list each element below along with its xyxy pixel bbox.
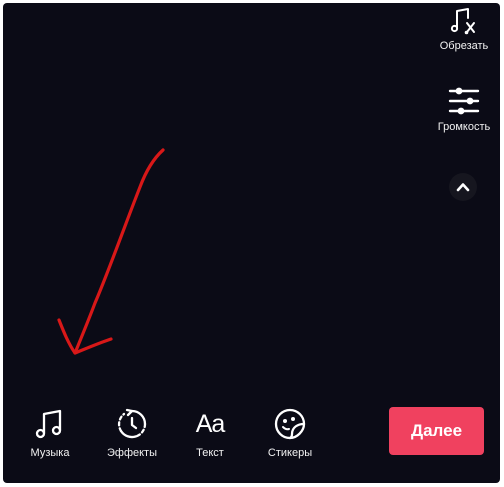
- text-tool[interactable]: Aa Текст: [175, 407, 245, 460]
- sliders-icon: [448, 87, 480, 115]
- text-icon: Aa: [192, 407, 228, 441]
- stickers-tool[interactable]: Стикеры: [255, 407, 325, 460]
- music-tool[interactable]: Музыка: [15, 407, 85, 460]
- effects-tool[interactable]: Эффекты: [97, 407, 167, 460]
- chevron-up-icon: [456, 183, 470, 192]
- effects-icon-wrap: [114, 407, 150, 441]
- collapse-tools-button[interactable]: [449, 173, 477, 201]
- volume-label: Громкость: [437, 121, 491, 133]
- editor-screen: Обрезать Громкость Музыка Эффекты Aa Тек…: [3, 3, 500, 483]
- next-button[interactable]: Далее: [389, 407, 484, 455]
- stickers-icon-wrap: [272, 407, 308, 441]
- volume-tool[interactable]: Громкость: [424, 85, 500, 134]
- stickers-label: Стикеры: [267, 447, 313, 459]
- sticker-icon: [274, 408, 306, 440]
- effects-label: Эффекты: [106, 447, 157, 459]
- music-label: Музыка: [30, 447, 70, 459]
- music-icon-wrap: [32, 407, 68, 441]
- effects-timer-icon: [117, 408, 147, 439]
- text-label: Текст: [196, 447, 224, 459]
- music-note-icon: [35, 409, 62, 439]
- trim-label: Обрезать: [439, 40, 489, 52]
- trim-tool[interactable]: Обрезать: [424, 6, 500, 53]
- music-note-scissors-icon: [450, 8, 475, 35]
- text-glyph: Aa: [195, 410, 226, 438]
